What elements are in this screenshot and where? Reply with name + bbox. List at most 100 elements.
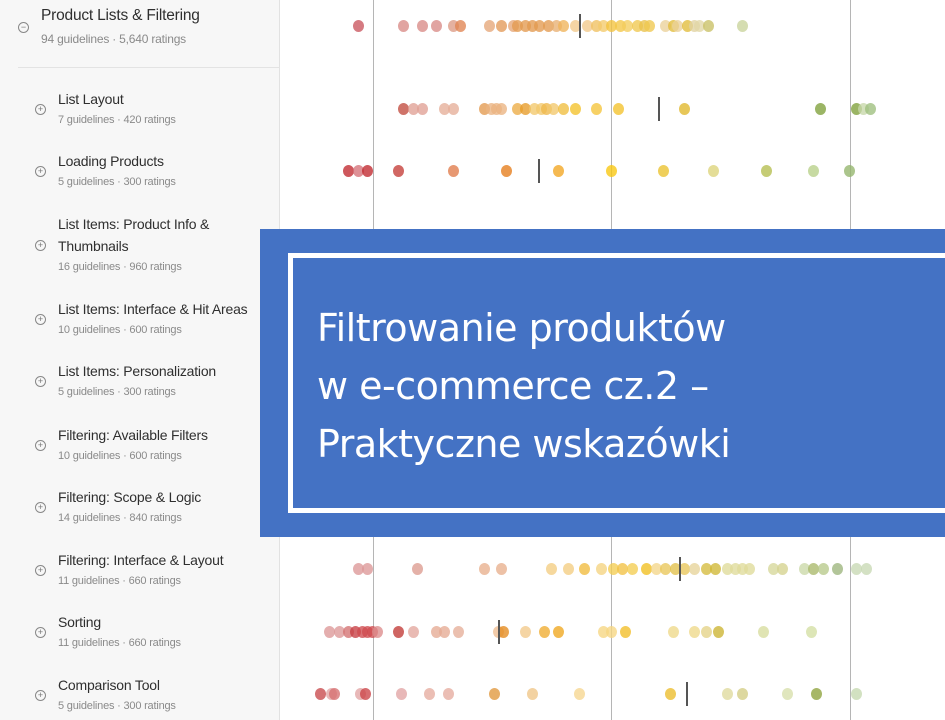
rating-dot[interactable] [657,165,669,177]
rating-dot[interactable] [758,626,770,638]
rating-dot[interactable] [736,20,748,32]
rating-dot[interactable] [679,103,691,115]
category-sidebar: − Product Lists & Filtering 94 guideline… [0,0,280,720]
rating-dot[interactable] [619,626,631,638]
expand-icon[interactable]: + [35,376,46,387]
rating-dot[interactable] [688,626,700,638]
rating-dot[interactable] [395,688,407,700]
category-product-lists-filtering[interactable]: − Product Lists & Filtering 94 guideline… [0,0,279,60]
expand-icon[interactable]: + [35,240,46,251]
rating-dot[interactable] [495,563,507,575]
rating-dot[interactable] [626,563,638,575]
rating-dot[interactable] [777,563,789,575]
expand-icon[interactable]: + [35,502,46,513]
rating-dot[interactable] [860,563,872,575]
rating-dot[interactable] [760,165,772,177]
rating-dot[interactable] [574,688,586,700]
expand-icon[interactable]: + [35,104,46,115]
rating-dot[interactable] [665,688,677,700]
rating-dot[interactable] [328,688,340,700]
expand-icon[interactable]: + [35,627,46,638]
subcategory-meta: 11 guidelines · 660 ratings [58,575,181,587]
rating-dot[interactable] [605,165,617,177]
rating-dot[interactable] [708,165,720,177]
rating-dot[interactable] [743,563,755,575]
rating-dot[interactable] [519,626,531,638]
rating-dot[interactable] [557,20,569,32]
rating-dot[interactable] [417,20,429,32]
expand-icon[interactable]: + [35,440,46,451]
subcategory-meta: 7 guidelines · 420 ratings [58,114,176,126]
rating-dot[interactable] [431,20,443,32]
rating-dot[interactable] [817,563,829,575]
rating-dot[interactable] [448,103,460,115]
rating-dot[interactable] [488,688,500,700]
rating-dot[interactable] [805,626,817,638]
expand-icon[interactable]: + [35,565,46,576]
rating-dot[interactable] [495,20,507,32]
rating-dot[interactable] [851,688,863,700]
rating-dot[interactable] [722,688,734,700]
expand-icon[interactable]: + [35,166,46,177]
rating-dot[interactable] [393,165,405,177]
expand-icon[interactable]: + [35,690,46,701]
rating-dot[interactable] [569,103,581,115]
rating-dot[interactable] [591,103,603,115]
rating-dot[interactable] [359,688,371,700]
rating-dot[interactable] [810,688,822,700]
rating-dot[interactable] [352,20,364,32]
rating-dot[interactable] [371,626,383,638]
rating-dot[interactable] [545,563,557,575]
expand-icon[interactable]: + [35,314,46,325]
rating-dot[interactable] [483,20,495,32]
rating-dot[interactable] [526,688,538,700]
rating-dot[interactable] [815,103,827,115]
rating-dot[interactable] [865,103,877,115]
banner-line-2: w e-commerce cz.2 – [317,364,709,408]
rating-dot[interactable] [479,563,491,575]
rating-dot[interactable] [844,165,855,177]
rating-dot[interactable] [412,563,424,575]
rating-dot[interactable] [781,688,793,700]
subcategory-title: List Items: Interface & Hit Areas [58,301,248,317]
rating-dot[interactable] [605,626,617,638]
rating-dot[interactable] [700,626,712,638]
rating-dot[interactable] [500,165,512,177]
rating-dot[interactable] [314,688,326,700]
rating-dot[interactable] [448,165,460,177]
rating-dot[interactable] [712,626,724,638]
rating-dot[interactable] [438,626,450,638]
rating-dot[interactable] [688,563,700,575]
rating-dot[interactable] [832,563,844,575]
rating-dot[interactable] [393,626,405,638]
title-banner: Filtrowanie produktów w e-commerce cz.2 … [260,229,945,537]
rating-dot[interactable] [595,563,607,575]
category-title: Product Lists & Filtering [41,7,200,24]
rating-dot[interactable] [710,563,722,575]
rating-dot[interactable] [538,626,550,638]
banner-heading: Filtrowanie produktów w e-commerce cz.2 … [317,299,731,473]
rating-dot[interactable] [495,103,507,115]
rating-dot[interactable] [703,20,715,32]
median-marker [657,97,660,121]
rating-dot[interactable] [557,103,569,115]
rating-dot[interactable] [736,688,748,700]
subcategory-meta: 5 guidelines · 300 ratings [58,386,176,398]
collapse-icon[interactable]: − [18,22,29,33]
rating-dot[interactable] [612,103,624,115]
median-marker [497,620,500,644]
rating-dot[interactable] [424,688,436,700]
rating-dot[interactable] [452,626,464,638]
rating-dot[interactable] [808,165,820,177]
rating-dot[interactable] [553,626,565,638]
rating-dot[interactable] [407,626,419,638]
rating-dot[interactable] [455,20,467,32]
rating-dot[interactable] [643,20,655,32]
rating-dot[interactable] [667,626,679,638]
rating-dot[interactable] [553,165,565,177]
rating-dot[interactable] [443,688,455,700]
rating-dot[interactable] [398,20,409,32]
rating-dot[interactable] [417,103,429,115]
rating-dot[interactable] [562,563,574,575]
rating-dot[interactable] [579,563,591,575]
